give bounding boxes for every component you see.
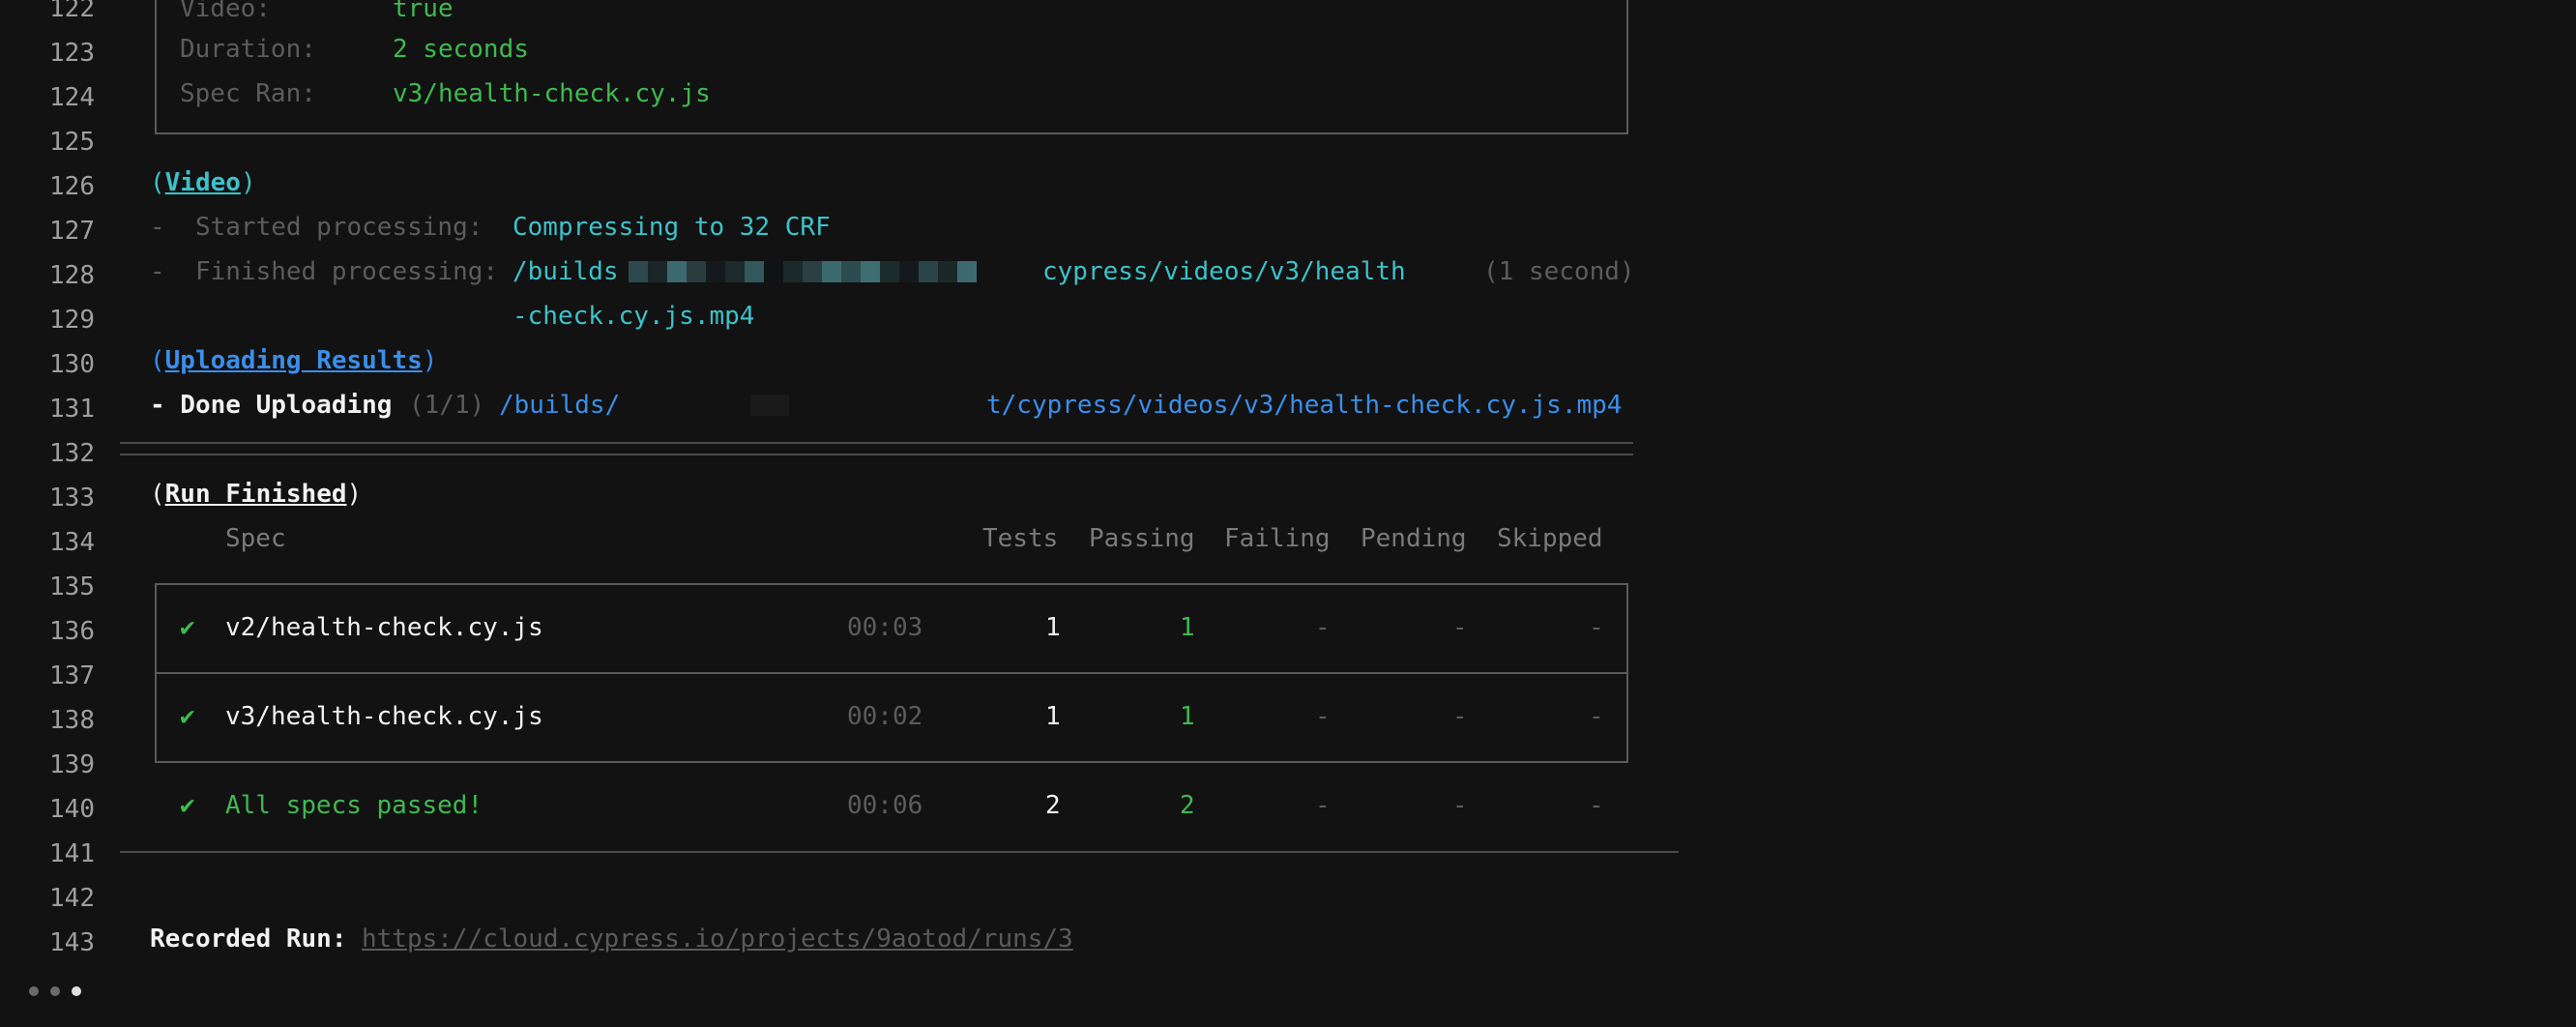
spec-ran-value: v3/health-check.cy.js [393,79,711,108]
run-finished-heading: (Run Finished) [150,480,363,509]
row-passing: 1 [1180,702,1195,731]
upload-path-end: t/cypress/videos/v3/health-check.cy.js.m… [986,391,1623,420]
row-failing: - [1315,613,1331,642]
header-passing: Passing [1089,524,1195,553]
redacted-upload-pixels [750,395,789,416]
row-skipped: - [1589,702,1604,731]
header-failing: Failing [1224,524,1331,553]
summary-failing: - [1315,791,1331,820]
summary-row: ✔ All specs passed! 00:06 2 2 - - - [0,783,1702,828]
log-line-131: - Done Uploading (1/1) /builds/ t/cypres… [0,383,1702,427]
recorded-run-label: Recorded Run: [150,924,347,954]
redacted-path-pixels [629,261,977,282]
info-box-bottom-border [155,132,1628,134]
summary-separator [120,851,1679,853]
duration-key: Duration: [180,35,316,64]
line-number: 137 [49,661,95,690]
started-processing-label: - Started processing: [150,213,483,242]
log-line-123: Duration: 2 seconds [0,27,1702,72]
finished-path-end: cypress/videos/v3/health [1042,257,1406,286]
uploading-section-title: Uploading Results [164,346,423,375]
summary-tests: 2 [1045,791,1061,820]
dot-indicator-active [72,986,81,996]
row-pending: - [1452,702,1468,731]
upload-path-start: /builds/ [499,391,621,420]
line-number: 141 [49,839,95,868]
double-separator [120,442,1633,455]
row-passing: 1 [1180,613,1195,642]
finished-processing-label: - Finished processing: [150,257,499,286]
summary-pending: - [1452,791,1468,820]
run-finished-title: Run Finished [164,480,347,509]
header-tests: Tests [982,524,1059,553]
table-row: ✔ v2/health-check.cy.js 00:03 1 1 - - - [0,605,1702,650]
spec-ran-key: Spec Ran: [180,79,316,108]
summary-label: All specs passed! [225,791,483,820]
row-tests: 1 [1045,702,1061,731]
started-processing-value: Compressing to 32 CRF [512,213,831,242]
summary-skipped: - [1589,791,1604,820]
row-spec: v2/health-check.cy.js [225,613,543,642]
row-spec: v3/health-check.cy.js [225,702,543,731]
header-pending: Pending [1361,524,1467,553]
dot-indicator [29,986,39,996]
pass-check-icon: ✔ [180,613,195,642]
header-skipped: Skipped [1497,524,1603,553]
terminal-log: 122 123 124 125 126 127 128 129 130 131 132 133 134 1… [0,0,2576,1027]
log-line-124: Spec Ran: v3/health-check.cy.js [0,72,1702,116]
row-time: 00:02 [847,702,923,731]
line-number: 139 [49,750,95,779]
line-number: 135 [49,572,95,602]
row-tests: 1 [1045,613,1061,642]
finished-processing-time: (1 second) [1483,257,1635,286]
table-row: ✔ v3/health-check.cy.js 00:02 1 1 - - - [0,694,1702,739]
done-uploading-label: - Done Uploading [150,391,393,420]
finished-path-start: /builds [512,257,619,286]
header-spec: Spec [225,524,286,553]
row-pending: - [1452,613,1468,642]
duration-value: 2 seconds [393,35,529,64]
log-line-133: (Run Finished) [0,472,1702,516]
log-line-126: (Video) [0,161,1702,205]
uploading-section-heading: (Uploading Results) [150,346,438,375]
log-line-127: - Started processing: Compressing to 32 … [0,205,1702,249]
row-time: 00:03 [847,613,923,642]
pass-check-icon: ✔ [180,702,195,731]
finished-path-wrap: -check.cy.js.mp4 [512,302,755,331]
table-top-border [155,583,1628,585]
table-bottom-border [155,761,1628,763]
summary-passing: 2 [1180,791,1195,820]
upload-count: (1/1) [409,391,485,420]
video-section-title: Video [164,168,241,197]
log-line-129: -check.cy.js.mp4 [0,294,1702,338]
dot-indicator [50,986,60,996]
row-skipped: - [1589,613,1604,642]
log-line-128: - Finished processing: /builds cypress/v… [0,249,1702,294]
line-number: 142 [49,884,95,913]
line-number: 125 [49,128,95,157]
video-section-heading: (Video) [150,168,256,197]
all-passed-check-icon: ✔ [180,791,195,820]
row-failing: - [1315,702,1331,731]
loading-dots [29,986,81,996]
results-table-header: Spec Tests Passing Failing Pending Skipp… [0,516,1702,561]
log-line-143: Recorded Run: https://cloud.cypress.io/p… [0,917,1702,961]
log-line-130: (Uploading Results) [0,338,1702,383]
summary-time: 00:06 [847,791,923,820]
line-number: 132 [49,439,95,468]
recorded-run-link[interactable]: https://cloud.cypress.io/projects/9aotod… [362,917,1073,961]
table-row-divider [155,672,1628,674]
